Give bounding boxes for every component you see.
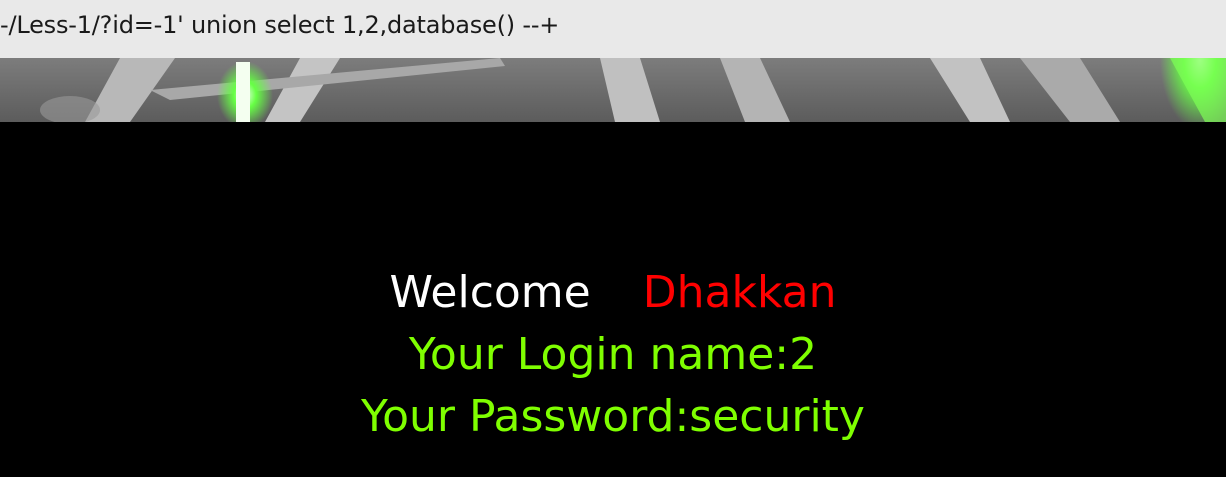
welcome-label: Welcome bbox=[389, 267, 591, 318]
query-result-panel: Welcome Dhakkan Your Login name:2 Your Pa… bbox=[0, 262, 1226, 448]
welcome-name: Dhakkan bbox=[642, 267, 837, 318]
address-bar[interactable]: -/Less-1/?id=-1' union select 1,2,databa… bbox=[0, 0, 1226, 58]
login-name-line: Your Login name:2 bbox=[408, 329, 818, 380]
page: -/Less-1/?id=-1' union select 1,2,databa… bbox=[0, 0, 1226, 477]
address-bar-url[interactable]: -/Less-1/?id=-1' union select 1,2,databa… bbox=[0, 11, 559, 39]
welcome-line: Welcome Dhakkan bbox=[0, 262, 1226, 324]
password-line: Your Password:security bbox=[361, 391, 865, 442]
